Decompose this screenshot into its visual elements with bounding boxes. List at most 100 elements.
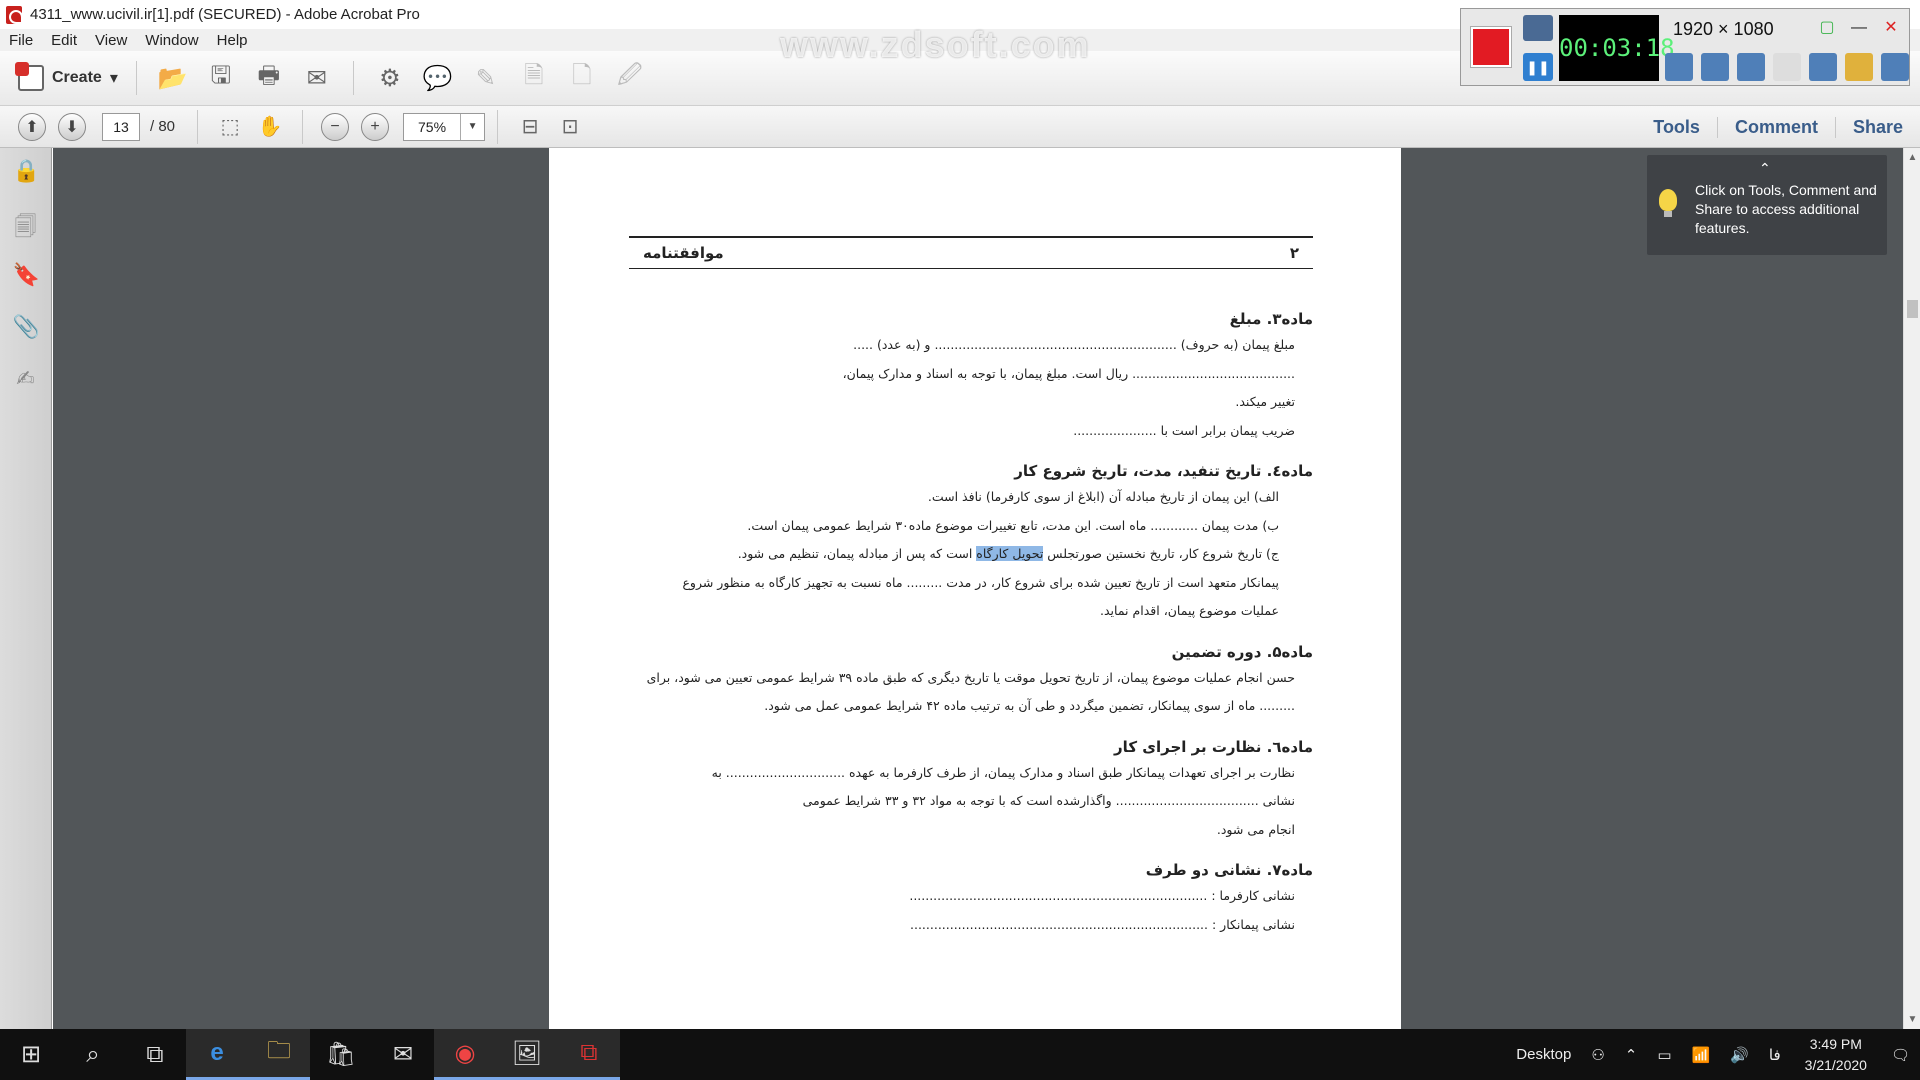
line-segment: ج) تاریخ شروع کار، تاریخ نخستین صورتجلس — [1043, 546, 1279, 561]
mail-icon[interactable]: ✉ — [372, 1029, 434, 1080]
scroll-up-icon[interactable]: ▲ — [1904, 152, 1920, 163]
tools-link[interactable]: Tools — [1636, 117, 1717, 138]
open-folder-icon[interactable]: 📂 — [157, 62, 189, 94]
tray-overflow-icon[interactable]: ⌃ — [1615, 1046, 1648, 1064]
notifications-icon[interactable]: 🗨 — [1881, 1046, 1920, 1064]
menu-view[interactable]: View — [86, 32, 136, 49]
menu-edit[interactable]: Edit — [42, 32, 86, 49]
scroll-down-icon[interactable]: ▼ — [1904, 1014, 1920, 1025]
document-line: ج) تاریخ شروع کار، تاریخ نخستین صورتجلس … — [629, 540, 1313, 569]
webcam-icon[interactable] — [1737, 53, 1765, 81]
line-segment: است که پس از مبادله پیمان، تنظیم می شود. — [737, 546, 977, 561]
page-number-input[interactable]: 13 — [102, 112, 140, 141]
document-line: ......... ماه از سوی پیمانکار، تضمین میگ… — [764, 698, 1295, 713]
menu-help[interactable]: Help — [208, 32, 257, 49]
print-icon[interactable]: 🖶 — [253, 62, 285, 94]
document-line: نشانی ..................................… — [802, 793, 1295, 808]
page-total: / 80 — [150, 118, 176, 135]
document-icon[interactable]: 🗎 — [518, 62, 550, 94]
select-tool-icon[interactable]: ⬚ — [214, 111, 246, 143]
folder-icon[interactable] — [1845, 53, 1873, 81]
clock-date: 3/21/2020 — [1804, 1056, 1867, 1073]
cursor-icon[interactable] — [1773, 53, 1801, 81]
people-icon[interactable]: ⚇ — [1581, 1046, 1614, 1064]
store-icon[interactable]: 🛍 — [310, 1029, 372, 1080]
desktop-toolbar-label[interactable]: Desktop — [1506, 1046, 1581, 1063]
toolbar-divider — [497, 109, 499, 144]
document-body: ماده۳. مبلغ مبلغ پیمان (به حروف) ........… — [629, 293, 1313, 939]
export-icon[interactable]: 🗋 — [566, 62, 598, 94]
menu-file[interactable]: File — [0, 32, 42, 49]
toolbar-divider — [197, 109, 199, 144]
maximize-icon[interactable]: ▢ — [1815, 17, 1839, 39]
fit-width-icon[interactable]: ⊟ — [514, 111, 546, 143]
language-indicator[interactable]: فا — [1759, 1046, 1791, 1064]
gear-icon[interactable]: ⚙ — [374, 62, 406, 94]
document-line: انجام می شود. — [1216, 821, 1295, 837]
vertical-scrollbar[interactable]: ▲ ▼ — [1903, 148, 1920, 1029]
document-line: تغییر میکند. — [1235, 394, 1295, 409]
save-icon[interactable]: 🖫 — [205, 62, 237, 94]
section-heading: ماده٤. تاریخ تنفید، مدت، تاریخ شروع کار — [1014, 462, 1313, 480]
recorder-tools — [1665, 53, 1909, 81]
zoom-select[interactable]: 75% ▼ — [403, 112, 486, 141]
speaker-icon[interactable] — [1665, 53, 1693, 81]
search-icon[interactable]: ⌕ — [62, 1029, 124, 1080]
pages-icon[interactable]: 🗐 — [13, 210, 39, 240]
zoom-out-button[interactable]: − — [321, 112, 350, 141]
chrome-icon[interactable]: ◉ — [434, 1029, 496, 1080]
acrobat-taskbar-icon[interactable]: ⧉ — [558, 1029, 620, 1080]
close-icon[interactable]: ✕ — [1879, 17, 1903, 39]
network-icon[interactable]: 📶 — [1682, 1046, 1721, 1064]
scroll-thumb[interactable] — [1907, 300, 1918, 318]
attachment-icon[interactable]: 📎 — [13, 314, 40, 344]
collapse-icon[interactable]: ⌃ — [1759, 159, 1771, 178]
chevron-down-icon[interactable]: ▼ — [460, 113, 484, 140]
hand-tool-icon[interactable]: ✋ — [254, 111, 286, 143]
window-title: 4311_www.ucivil.ir[1].pdf (SECURED) - Ad… — [30, 6, 420, 23]
task-view-icon[interactable]: ⧉ — [124, 1029, 186, 1080]
clock[interactable]: 3:49 PM 3/21/2020 — [1791, 1034, 1881, 1076]
file-explorer-icon[interactable]: 🗀 — [248, 1029, 310, 1080]
previous-page-button[interactable]: ⬆ — [18, 112, 46, 141]
navigation-pane: 🔒 🗐 🔖 📎 ✍ — [0, 148, 52, 1029]
battery-icon[interactable]: ▭ — [1647, 1046, 1681, 1064]
chevron-down-icon: ▾ — [109, 70, 118, 87]
pause-button[interactable]: ❚❚ — [1523, 53, 1553, 81]
document-line: مبلغ پیمان (به حروف) ...................… — [853, 337, 1295, 352]
zoom-value: 75% — [418, 118, 447, 135]
next-page-button[interactable]: ⬇ — [58, 112, 86, 141]
create-button[interactable]: Create ▾ — [12, 61, 124, 95]
tools-tooltip: ⌃ Click on Tools, Comment and Share to a… — [1647, 155, 1887, 255]
signature-icon[interactable]: ✍ — [13, 366, 39, 396]
document-line: ب) مدت پیمان ............ ماه است. این م… — [747, 517, 1279, 533]
comment-bubble-icon[interactable]: 💬 — [422, 62, 454, 94]
pen-icon[interactable] — [1809, 53, 1837, 81]
lock-icon[interactable]: 🔒 — [13, 158, 40, 188]
menu-window[interactable]: Window — [136, 32, 207, 49]
section-heading: ماده۵. دوره تضمین — [1171, 642, 1313, 661]
windows-start-icon[interactable]: ⊞ — [0, 1029, 62, 1080]
create-icon — [15, 62, 44, 91]
photos-icon[interactable]: 🖼 — [496, 1029, 558, 1080]
settings-icon[interactable] — [1881, 53, 1909, 81]
toolbar-divider — [352, 61, 354, 95]
navigation-toolbar: ⬆ ⬇ 13 / 80 ⬚ ✋ − + 75% ▼ ⊟ ⊡ Tools Comm… — [0, 106, 1920, 148]
email-icon[interactable]: ✉ — [301, 62, 333, 94]
microphone-icon[interactable] — [1701, 53, 1729, 81]
recorder-window-controls: ▢ — ✕ — [1815, 17, 1903, 39]
fit-page-icon[interactable]: ⊡ — [554, 111, 586, 143]
volume-icon[interactable]: 🔊 — [1720, 1046, 1759, 1064]
sign-icon[interactable]: 🖉 — [614, 62, 646, 94]
zoom-in-button[interactable]: + — [361, 112, 390, 141]
minimize-icon[interactable]: — — [1847, 17, 1871, 39]
edge-icon[interactable]: e — [186, 1029, 248, 1080]
bookmark-icon[interactable]: 🔖 — [13, 262, 40, 292]
highlight-icon[interactable]: ✎ — [470, 62, 502, 94]
share-link[interactable]: Share — [1834, 116, 1920, 138]
record-stop-button[interactable] — [1471, 27, 1511, 67]
camera-icon[interactable] — [1523, 15, 1553, 41]
watermark: www.zdsoft.com — [780, 24, 1091, 65]
section-heading: ماده۷. نشانی دو طرف — [1145, 861, 1313, 879]
comment-link[interactable]: Comment — [1716, 116, 1835, 138]
